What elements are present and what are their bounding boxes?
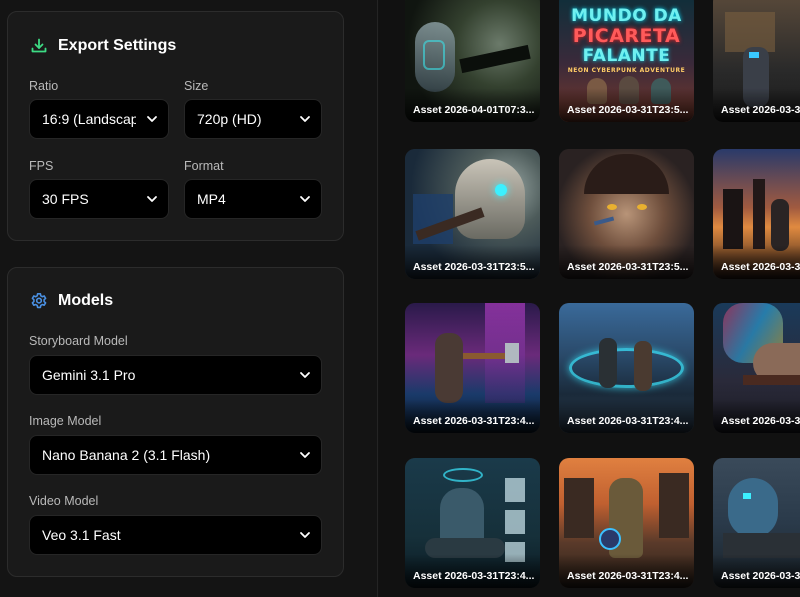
storyboard-model-label: Storyboard Model: [29, 334, 128, 348]
settings-panel: Export Settings Ratio 16:9 (Landscape) S…: [0, 0, 378, 597]
asset-label: Asset 2026-03-31T23:4...: [413, 415, 535, 427]
asset-label: Asset 2026-03-31T23:5...: [413, 261, 535, 273]
storyboard-model-select[interactable]: Gemini 3.1 Pro: [29, 355, 322, 395]
size-value: 720p (HD): [197, 111, 262, 127]
asset-tile[interactable]: Asset 2026-03-31T23:4...: [405, 458, 540, 588]
asset-tile[interactable]: Asset 2026-04-01T07:3...: [405, 0, 540, 122]
storyboard-model-value: Gemini 3.1 Pro: [42, 367, 136, 383]
asset-label: Asset 2026-03-31T23:4...: [721, 415, 800, 427]
chevron-down-icon: [300, 372, 310, 378]
asset-label: Asset 2026-03-31T23:5...: [567, 261, 689, 273]
size-label: Size: [184, 79, 209, 93]
fps-label: FPS: [29, 159, 54, 173]
format-select[interactable]: MP4: [184, 179, 322, 219]
asset-tile[interactable]: Asset 2026-03-31T23:4...: [713, 458, 800, 588]
export-settings-card: Export Settings Ratio 16:9 (Landscape) S…: [7, 11, 344, 241]
asset-label: Asset 2026-03-31T23:5...: [721, 261, 800, 273]
size-select[interactable]: 720p (HD): [184, 99, 322, 139]
asset-tile[interactable]: Asset 2026-03-31T23:4...: [559, 458, 694, 588]
gear-icon: [30, 292, 48, 310]
export-settings-title: Export Settings: [58, 37, 177, 54]
image-model-label: Image Model: [29, 414, 102, 428]
export-settings-header: Export Settings: [30, 37, 176, 55]
asset-label: Asset 2026-03-31T23:4...: [567, 415, 689, 427]
video-model-select[interactable]: Veo 3.1 Fast: [29, 515, 322, 555]
asset-label: Asset 2026-03-31T23:5...: [721, 104, 800, 116]
video-model-value: Veo 3.1 Fast: [42, 527, 121, 543]
chevron-down-icon: [300, 452, 310, 458]
chevron-down-icon: [300, 196, 310, 202]
asset-label: Asset 2026-03-31T23:5...: [567, 104, 689, 116]
asset-label: Asset 2026-03-31T23:4...: [413, 570, 535, 582]
poster-title-1: MUNDO DA: [571, 6, 682, 26]
video-model-label: Video Model: [29, 494, 99, 508]
chevron-down-icon: [300, 532, 310, 538]
poster-title-3: FALANTE: [582, 46, 671, 66]
ratio-value: 16:9 (Landscape): [42, 111, 136, 127]
asset-tile[interactable]: Asset 2026-03-31T23:5...: [405, 149, 540, 279]
asset-tile[interactable]: Asset 2026-03-31T23:4...: [559, 303, 694, 433]
asset-tile[interactable]: Asset 2026-03-31T23:4...: [713, 303, 800, 433]
asset-tile[interactable]: Asset 2026-03-31T23:5...: [559, 149, 694, 279]
download-icon: [30, 37, 48, 55]
asset-tile[interactable]: Asset 2026-03-31T23:5...: [713, 149, 800, 279]
models-header: Models: [30, 292, 113, 310]
asset-tile[interactable]: Asset 2026-03-31T23:4...: [405, 303, 540, 433]
asset-grid: Asset 2026-04-01T07:3... MUNDO DA PICARE…: [379, 0, 800, 597]
ratio-label: Ratio: [29, 79, 59, 93]
asset-label: Asset 2026-03-31T23:4...: [567, 570, 689, 582]
image-model-select[interactable]: Nano Banana 2 (3.1 Flash): [29, 435, 322, 475]
asset-tile[interactable]: MUNDO DA PICARETA FALANTE NEON CYBERPUNK…: [559, 0, 694, 122]
chevron-down-icon: [300, 116, 310, 122]
chevron-down-icon: [147, 116, 157, 122]
asset-tile[interactable]: Asset 2026-03-31T23:5...: [713, 0, 800, 122]
fps-value: 30 FPS: [42, 191, 89, 207]
format-label: Format: [184, 159, 224, 173]
asset-label: Asset 2026-03-31T23:4...: [721, 570, 800, 582]
fps-select[interactable]: 30 FPS: [29, 179, 169, 219]
asset-label: Asset 2026-04-01T07:3...: [413, 104, 535, 116]
models-title: Models: [58, 292, 114, 309]
format-value: MP4: [197, 191, 226, 207]
poster-subtitle: NEON CYBERPUNK ADVENTURE: [567, 67, 686, 74]
image-model-value: Nano Banana 2 (3.1 Flash): [42, 447, 211, 463]
poster-title-2: PICARETA: [572, 25, 681, 47]
models-card: Models Storyboard Model Gemini 3.1 Pro I…: [7, 267, 344, 577]
chevron-down-icon: [147, 196, 157, 202]
ratio-select[interactable]: 16:9 (Landscape): [29, 99, 169, 139]
